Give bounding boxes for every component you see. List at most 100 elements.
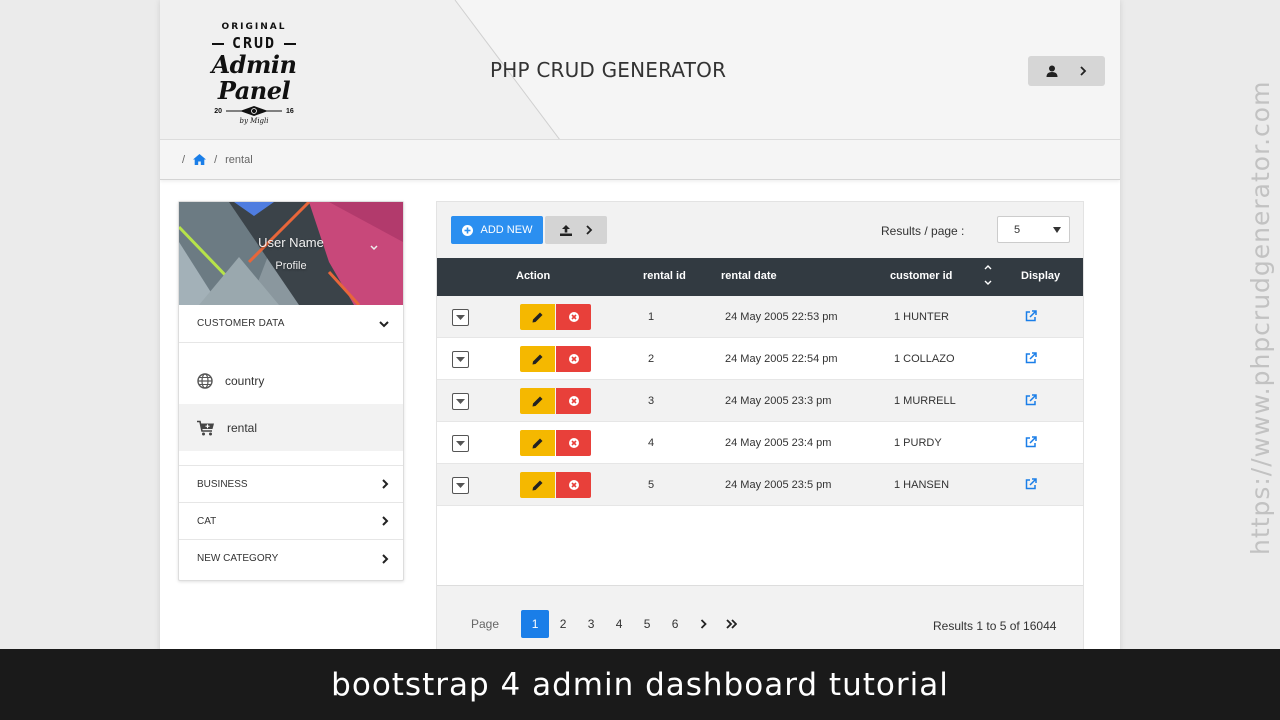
caret-down-icon [456,356,465,362]
upload-icon [559,224,572,236]
table-header: Action rental id rental date customer id… [437,258,1083,296]
sidebar: User Name Profile CUSTOMER DATA country … [178,201,404,581]
logo-byline: by Migli [239,117,269,125]
external-link-icon[interactable] [1025,436,1037,448]
page-link-5[interactable]: 5 [633,610,661,638]
cell-customer-id: 1 HUNTER [894,311,950,323]
breadcrumb: / / rental [160,140,1120,180]
close-circle-icon [568,480,579,490]
profile-banner[interactable]: User Name Profile [179,202,403,305]
add-new-label: ADD NEW [480,224,533,236]
results-per-page-select[interactable]: 5 [997,216,1070,243]
close-circle-icon [568,312,579,322]
rental-list-card: ADD NEW Results / page : 5 Action rental… [436,201,1084,671]
edit-button[interactable] [520,430,555,456]
last-page-button[interactable] [717,610,745,638]
chevron-right-icon [585,225,592,235]
sidebar-item-country[interactable]: country [179,357,403,404]
pagination-label: Page [471,617,500,631]
page-link-2[interactable]: 2 [549,610,577,638]
expand-row-button[interactable] [452,309,469,326]
column-header-rental-id[interactable]: rental id [643,270,686,282]
edit-button[interactable] [520,346,555,372]
list-toolbar: ADD NEW Results / page : 5 [437,202,1083,258]
user-menu-button[interactable] [1028,56,1105,86]
cell-rental-id: 4 [648,437,655,449]
cell-customer-id: 1 MURRELL [894,395,956,407]
sidebar-section-label: CAT [197,515,217,527]
pagination: Page 1 2 3 4 5 6 [471,610,745,638]
cell-rental-date: 24 May 2005 23:5 pm [725,479,832,491]
column-header-action: Action [516,270,551,282]
pencil-icon [532,438,543,448]
external-link-icon[interactable] [1025,478,1037,490]
sidebar-submenu-customer-data: country rental [179,343,403,466]
page-link-1[interactable]: 1 [521,610,550,638]
table-row: 1 24 May 2005 22:53 pm 1 HUNTER [437,296,1083,338]
column-header-customer-id[interactable]: customer id [890,270,952,282]
cell-rental-date: 24 May 2005 23:3 pm [725,395,832,407]
cell-rental-id: 3 [648,395,655,407]
column-header-rental-date[interactable]: rental date [721,270,777,282]
edit-button[interactable] [520,472,555,498]
sidebar-item-rental[interactable]: rental [179,404,403,451]
table-row: 3 24 May 2005 23:3 pm 1 MURRELL [437,380,1083,422]
sidebar-section-label: BUSINESS [197,478,248,490]
delete-button[interactable] [556,388,591,414]
pencil-icon [532,354,543,364]
delete-button[interactable] [556,430,591,456]
home-icon[interactable] [193,154,207,165]
page-link-3[interactable]: 3 [577,610,605,638]
sidebar-section-new-category[interactable]: NEW CATEGORY [179,540,403,577]
caret-down-icon [456,440,465,446]
cell-customer-id: 1 PURDY [894,437,942,449]
cell-customer-id: 1 HANSEN [894,479,950,491]
expand-row-button[interactable] [452,393,469,410]
caret-down-icon [456,314,465,320]
cell-rental-date: 24 May 2005 22:54 pm [725,353,838,365]
expand-row-button[interactable] [452,351,469,368]
app-title: PHP CRUD GENERATOR [490,58,727,82]
watermark-url: https://www.phpcrudgenerator.com [1246,80,1275,555]
cell-rental-id: 5 [648,479,655,491]
sidebar-item-label: rental [227,420,258,435]
chevron-right-icon [700,619,707,629]
double-chevron-right-icon [725,619,737,629]
export-button[interactable] [545,216,607,244]
page-link-4[interactable]: 4 [605,610,633,638]
chevron-down-icon[interactable] [369,244,379,252]
edit-button[interactable] [520,388,555,414]
delete-button[interactable] [556,304,591,330]
close-circle-icon [568,354,579,364]
page-link-6[interactable]: 6 [661,610,689,638]
add-new-button[interactable]: ADD NEW [451,216,543,244]
breadcrumb-separator: / [214,153,218,166]
external-link-icon[interactable] [1025,310,1037,322]
logo[interactable]: ORIGINAL CRUD Admin Panel 20 16 by Migli [178,20,330,125]
pencil-icon [532,396,543,406]
expand-row-button[interactable] [452,435,469,452]
profile-link[interactable]: Profile [179,260,403,272]
cart-icon [197,420,214,435]
chevron-down-icon [379,320,389,327]
sidebar-section-label: CUSTOMER DATA [197,318,285,329]
sidebar-item-label: country [225,373,265,388]
delete-button[interactable] [556,346,591,372]
external-link-icon[interactable] [1025,352,1037,364]
logo-original-text: ORIGINAL [221,22,287,32]
next-page-button[interactable] [689,610,717,638]
caret-down-icon [456,482,465,488]
cell-rental-id: 1 [648,311,655,323]
delete-button[interactable] [556,472,591,498]
expand-row-button[interactable] [452,477,469,494]
edit-button[interactable] [520,304,555,330]
table-row: 4 24 May 2005 23:4 pm 1 PURDY [437,422,1083,464]
close-circle-icon [568,396,579,406]
chevron-right-icon [1080,66,1087,76]
sort-icon[interactable] [984,264,992,286]
external-link-icon[interactable] [1025,394,1037,406]
sidebar-section-business[interactable]: BUSINESS [179,466,403,503]
sidebar-section-customer-data[interactable]: CUSTOMER DATA [179,305,403,343]
logo-diamond-icon [226,106,282,116]
sidebar-section-cat[interactable]: CAT [179,503,403,540]
